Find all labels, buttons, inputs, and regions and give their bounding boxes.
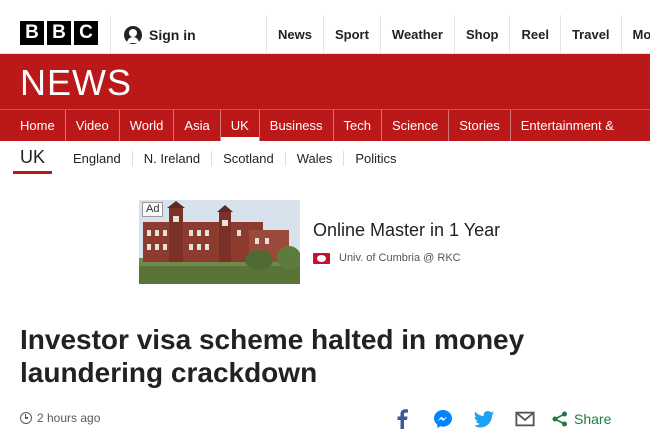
news-bar: NEWS Home Video World Asia UK Business T… — [0, 54, 650, 141]
sign-in-label: Sign in — [149, 27, 196, 43]
sub-nav-politics[interactable]: Politics — [343, 151, 407, 166]
share-label: Share — [574, 411, 612, 427]
facebook-share-button[interactable] — [392, 409, 412, 429]
twitter-share-button[interactable] — [474, 409, 494, 429]
main-nav-entertainment[interactable]: Entertainment & — [509, 110, 624, 141]
advertisement[interactable]: Ad Online Master in 1 Year Univ. of Cumb… — [139, 200, 647, 284]
advertiser-logo-icon — [313, 252, 330, 264]
sub-nav-current[interactable]: UK — [13, 141, 53, 174]
sign-in-link[interactable]: Sign in — [124, 26, 196, 44]
email-share-button[interactable] — [515, 409, 535, 429]
main-nav-world[interactable]: World — [118, 110, 174, 141]
article-headline: Investor visa scheme halted in money lau… — [20, 324, 525, 388]
main-nav-home[interactable]: Home — [10, 110, 65, 141]
news-title[interactable]: NEWS — [20, 62, 132, 104]
main-nav-stories[interactable]: Stories — [448, 110, 509, 141]
top-nav-more[interactable]: Mor — [620, 15, 650, 54]
ad-label: Ad — [142, 202, 164, 217]
sub-nav-scotland[interactable]: Scotland — [211, 151, 285, 166]
facebook-icon — [397, 409, 408, 429]
clock-icon — [20, 412, 32, 424]
sub-nav-list: England N. Ireland Scotland Wales Politi… — [62, 151, 408, 166]
main-nav-science[interactable]: Science — [381, 110, 448, 141]
divider — [110, 15, 111, 54]
main-nav-asia[interactable]: Asia — [173, 110, 219, 141]
top-bar: B B C Sign in News Sport Weather Shop Re… — [0, 0, 650, 54]
main-nav-video[interactable]: Video — [64, 110, 119, 141]
main-nav-tech[interactable]: Tech — [332, 110, 381, 141]
share-bar: Share — [392, 407, 611, 431]
sub-nav: UK England N. Ireland Scotland Wales Pol… — [0, 141, 650, 176]
twitter-icon — [474, 410, 494, 427]
email-icon — [515, 411, 535, 427]
messenger-share-button[interactable] — [433, 409, 453, 429]
sub-nav-wales[interactable]: Wales — [284, 151, 344, 166]
sub-nav-england[interactable]: England — [62, 151, 132, 166]
user-icon — [124, 26, 142, 44]
sub-nav-n-ireland[interactable]: N. Ireland — [131, 151, 211, 166]
logo-letter: C — [74, 21, 98, 45]
messenger-icon — [434, 410, 452, 428]
article-meta: 2 hours ago — [20, 411, 100, 425]
top-nav-shop[interactable]: Shop — [453, 15, 510, 54]
share-icon — [552, 411, 567, 427]
top-nav-news[interactable]: News — [266, 15, 323, 54]
top-nav-reel[interactable]: Reel — [509, 15, 559, 54]
top-nav-travel[interactable]: Travel — [559, 15, 621, 54]
main-nav: Home Video World Asia UK Business Tech S… — [10, 110, 624, 141]
logo-letter: B — [47, 21, 71, 45]
top-nav-sport[interactable]: Sport — [322, 15, 380, 54]
top-nav: News Sport Weather Shop Reel Travel Mor — [266, 15, 650, 54]
article-timestamp: 2 hours ago — [37, 411, 101, 425]
share-button[interactable]: Share — [552, 411, 611, 427]
main-nav-uk[interactable]: UK — [219, 110, 259, 141]
logo-letter: B — [20, 21, 44, 45]
ad-title[interactable]: Online Master in 1 Year — [313, 220, 500, 241]
main-nav-business[interactable]: Business — [258, 110, 333, 141]
ad-advertiser[interactable]: Univ. of Cumbria @ RKC — [313, 252, 461, 264]
ad-advertiser-name: Univ. of Cumbria @ RKC — [339, 252, 461, 264]
bbc-logo[interactable]: B B C — [20, 21, 98, 45]
top-nav-weather[interactable]: Weather — [379, 15, 454, 54]
ad-image[interactable]: Ad — [139, 200, 300, 284]
